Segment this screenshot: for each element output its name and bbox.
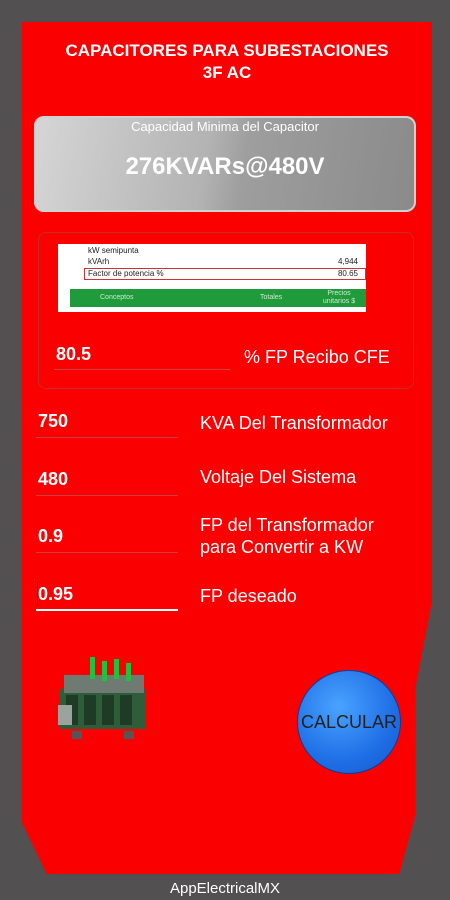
voltaje-input[interactable]: 480	[38, 469, 68, 490]
fp-deseado-label: FP deseado	[200, 586, 297, 606]
voltaje-underline	[36, 495, 178, 496]
receipt-col-3: Precios unitarios $	[322, 290, 356, 305]
receipt-line-3-value: 80.65	[337, 269, 358, 278]
text-cursor	[37, 582, 38, 606]
footer-brand: AppElectricalMX	[169, 880, 281, 897]
receipt-line-3: Factor de potencia %	[88, 269, 164, 278]
fp-transformador-label-line-1: FP del Transformador	[200, 515, 374, 535]
receipt-line-1: kW semipunta	[88, 246, 139, 255]
fp-deseado-underline	[36, 609, 178, 611]
receipt-header-bar: Conceptos Totales Precios unitarios $	[70, 289, 366, 307]
fp-transformador-label: FP del Transformador para Convertir a KW	[200, 514, 374, 558]
title-line-1: CAPACITORES PARA SUBESTACIONES	[65, 41, 389, 60]
fp-transformador-input[interactable]: 0.9	[38, 526, 63, 547]
receipt-col-1: Conceptos	[100, 294, 134, 301]
calculate-button-label: CALCULAR	[300, 711, 398, 732]
kva-input[interactable]: 750	[38, 411, 68, 432]
kva-label: KVA Del Transformador	[200, 413, 388, 433]
fp-transformador-label-line-2: para Convertir a KW	[200, 537, 364, 557]
result-value: 276KVARs@480V	[125, 153, 325, 180]
app-title: CAPACITORES PARA SUBESTACIONES 3F AC	[22, 40, 432, 84]
transformer-icon	[58, 657, 146, 739]
receipt-col-2: Totales	[260, 294, 283, 301]
fp-deseado-input[interactable]: 0.95	[38, 584, 73, 605]
calculate-button[interactable]: CALCULAR	[297, 670, 401, 774]
result-label: Capacidad Minima del Capacitor	[131, 119, 319, 134]
receipt-line-2: kVArh	[88, 257, 110, 266]
fp-recibo-input[interactable]: 80.5	[56, 344, 91, 365]
fp-recibo-label: % FP Recibo CFE	[244, 347, 390, 367]
voltaje-label: Voltaje Del Sistema	[200, 467, 357, 487]
kva-underline	[36, 437, 178, 438]
fp-recibo-underline	[54, 369, 230, 370]
receipt-image: kW semipunta kVArh 4,944 Factor de poten…	[58, 244, 366, 312]
fp-transformador-underline	[36, 552, 178, 553]
receipt-line-2-value: 4,944	[337, 257, 358, 266]
title-line-2: 3F AC	[202, 63, 252, 82]
